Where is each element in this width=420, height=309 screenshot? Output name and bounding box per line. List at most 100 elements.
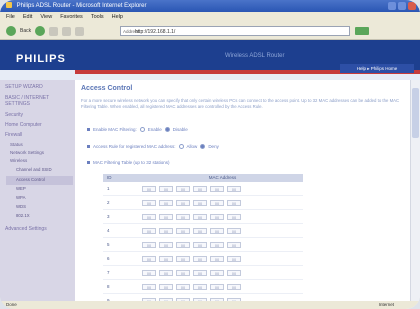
mac-filtering-disable-radio[interactable] — [164, 127, 170, 132]
mac-octet-input[interactable]: 00 — [210, 213, 224, 220]
address-value[interactable]: http://192.168.1.1/ — [135, 29, 175, 35]
table-row: 3 00 00 00 00 00 00 — [103, 210, 303, 224]
mac-octet-input[interactable]: 00 — [142, 283, 156, 290]
mac-octet-input[interactable]: 00 — [176, 241, 190, 248]
forward-icon[interactable] — [35, 26, 46, 36]
sidebar-item-wep[interactable]: WEP — [16, 186, 26, 191]
address-bar[interactable]: Address http://192.168.1.1/ — [120, 26, 350, 36]
sidebar-item-wpa[interactable]: WPA — [16, 195, 25, 200]
mac-octet-input[interactable]: 00 — [210, 269, 224, 276]
window-controls — [388, 2, 416, 10]
mac-octet-input[interactable]: 00 — [210, 227, 224, 234]
sidebar-item-setup-wizard[interactable]: SETUP WIZARD — [5, 84, 43, 90]
access-rule-allow-radio[interactable] — [178, 144, 184, 149]
mac-octet-input[interactable]: 00 — [176, 213, 190, 220]
mac-octet-input[interactable]: 00 — [193, 255, 207, 262]
menu-view[interactable]: View — [40, 12, 52, 23]
mac-octet-input[interactable]: 00 — [210, 283, 224, 290]
mac-octet-input[interactable]: 00 — [159, 255, 173, 262]
mac-address-fields: 000000000000 — [142, 199, 241, 206]
mac-octet-input[interactable]: 00 — [227, 255, 241, 262]
mac-octet-input[interactable]: 00 — [227, 185, 241, 192]
access-rule-label: Access Rule for registered MAC address: — [93, 144, 176, 149]
mac-octet-input[interactable]: 00 — [142, 213, 156, 220]
mac-octet-input[interactable]: 00 — [142, 199, 156, 206]
mac-octet-input[interactable]: 00 — [142, 255, 156, 262]
go-button[interactable] — [355, 27, 369, 35]
address-label: Address — [123, 29, 140, 34]
close-icon[interactable] — [408, 2, 416, 10]
mac-octet-input[interactable]: 00 — [227, 269, 241, 276]
mac-octet-input[interactable]: 00 — [176, 255, 190, 262]
mac-octet-input[interactable]: 00 — [227, 283, 241, 290]
mac-octet-input[interactable]: 00 — [176, 185, 190, 192]
table-row: 6 00 00 00 00 00 00 — [103, 252, 303, 266]
sidebar-item-wds[interactable]: WDS — [16, 204, 26, 209]
mac-octet-input[interactable]: 00 — [142, 241, 156, 248]
scrollbar-thumb[interactable] — [412, 88, 419, 138]
main-content: Access Control For a more secure wireles… — [75, 80, 420, 309]
bullet-icon — [87, 128, 90, 131]
menu-file[interactable]: File — [6, 12, 15, 23]
mac-octet-input[interactable]: 00 — [159, 199, 173, 206]
sidebar-item-basic[interactable]: BASIC / INTERNET SETTINGS — [5, 95, 70, 107]
menu-edit[interactable]: Edit — [23, 12, 32, 23]
stop-icon[interactable] — [49, 26, 59, 36]
vertical-scrollbar[interactable] — [410, 80, 420, 302]
minimize-icon[interactable] — [388, 2, 396, 10]
mac-octet-input[interactable]: 00 — [159, 283, 173, 290]
mac-octet-input[interactable]: 00 — [159, 185, 173, 192]
access-rule-deny-label: Deny — [208, 144, 219, 149]
menu-tools[interactable]: Tools — [91, 12, 104, 23]
table-body: 1 00 00 00 00 00 00 2 00 00 00 00 00 00 3 00 00 00 00 00 00 4… — [103, 182, 303, 308]
mac-octet-input[interactable]: 00 — [210, 199, 224, 206]
mac-octet-input[interactable]: 00 — [227, 199, 241, 206]
mac-octet-input[interactable]: 00 — [159, 213, 173, 220]
sidebar-item-status[interactable]: Status — [10, 142, 23, 147]
mac-octet-input[interactable]: 00 — [193, 241, 207, 248]
mac-filtering-enable-radio[interactable] — [139, 127, 145, 132]
sidebar-item-firewall[interactable]: Firewall — [5, 132, 22, 138]
menu-favorites[interactable]: Favorites — [60, 12, 83, 23]
mac-octet-input[interactable]: 00 — [193, 213, 207, 220]
refresh-icon[interactable] — [62, 26, 72, 36]
sidebar-item-wireless[interactable]: Wireless — [10, 158, 27, 163]
mac-octet-input[interactable]: 00 — [210, 185, 224, 192]
mac-octet-input[interactable]: 00 — [176, 269, 190, 276]
sidebar-item-8021x[interactable]: 802.1X — [16, 213, 30, 218]
mac-octet-input[interactable]: 00 — [193, 283, 207, 290]
mac-octet-input[interactable]: 00 — [176, 199, 190, 206]
mac-octet-input[interactable]: 00 — [227, 241, 241, 248]
maximize-icon[interactable] — [398, 2, 406, 10]
mac-octet-input[interactable]: 00 — [142, 185, 156, 192]
mac-octet-input[interactable]: 00 — [142, 269, 156, 276]
mac-octet-input[interactable]: 00 — [210, 241, 224, 248]
sidebar-item-home-computer[interactable]: Home Computer — [5, 122, 42, 128]
back-label[interactable]: Back — [20, 28, 31, 34]
mac-octet-input[interactable]: 00 — [227, 213, 241, 220]
mac-octet-input[interactable]: 00 — [142, 227, 156, 234]
sidebar-item-security[interactable]: Security — [5, 112, 23, 118]
mac-octet-input[interactable]: 00 — [193, 199, 207, 206]
sidebar-item-channel-ssid[interactable]: Channel and SSID — [16, 167, 52, 172]
mac-octet-input[interactable]: 00 — [227, 227, 241, 234]
sidebar-item-advanced[interactable]: Advanced Settings — [5, 226, 47, 232]
mac-octet-input[interactable]: 00 — [159, 227, 173, 234]
mac-octet-input[interactable]: 00 — [210, 255, 224, 262]
mac-octet-input[interactable]: 00 — [176, 227, 190, 234]
mac-octet-input[interactable]: 00 — [159, 241, 173, 248]
sidebar-item-access-control[interactable]: Access Control — [16, 177, 45, 182]
back-icon[interactable] — [6, 26, 16, 36]
mac-octet-input[interactable]: 00 — [193, 227, 207, 234]
mac-address-fields: 000000000000 — [142, 213, 241, 220]
mac-octet-input[interactable]: 00 — [193, 185, 207, 192]
mac-octet-input[interactable]: 00 — [159, 269, 173, 276]
home-icon[interactable] — [75, 26, 85, 36]
menu-help[interactable]: Help — [112, 12, 123, 23]
table-row: 2 00 00 00 00 00 00 — [103, 196, 303, 210]
sidebar-item-network-settings[interactable]: Network Settings — [10, 150, 44, 155]
mac-octet-input[interactable]: 00 — [193, 269, 207, 276]
mac-octet-input[interactable]: 00 — [176, 283, 190, 290]
help-button[interactable]: Help ▸ Philips Home — [340, 64, 414, 73]
access-rule-deny-radio[interactable] — [200, 144, 206, 149]
